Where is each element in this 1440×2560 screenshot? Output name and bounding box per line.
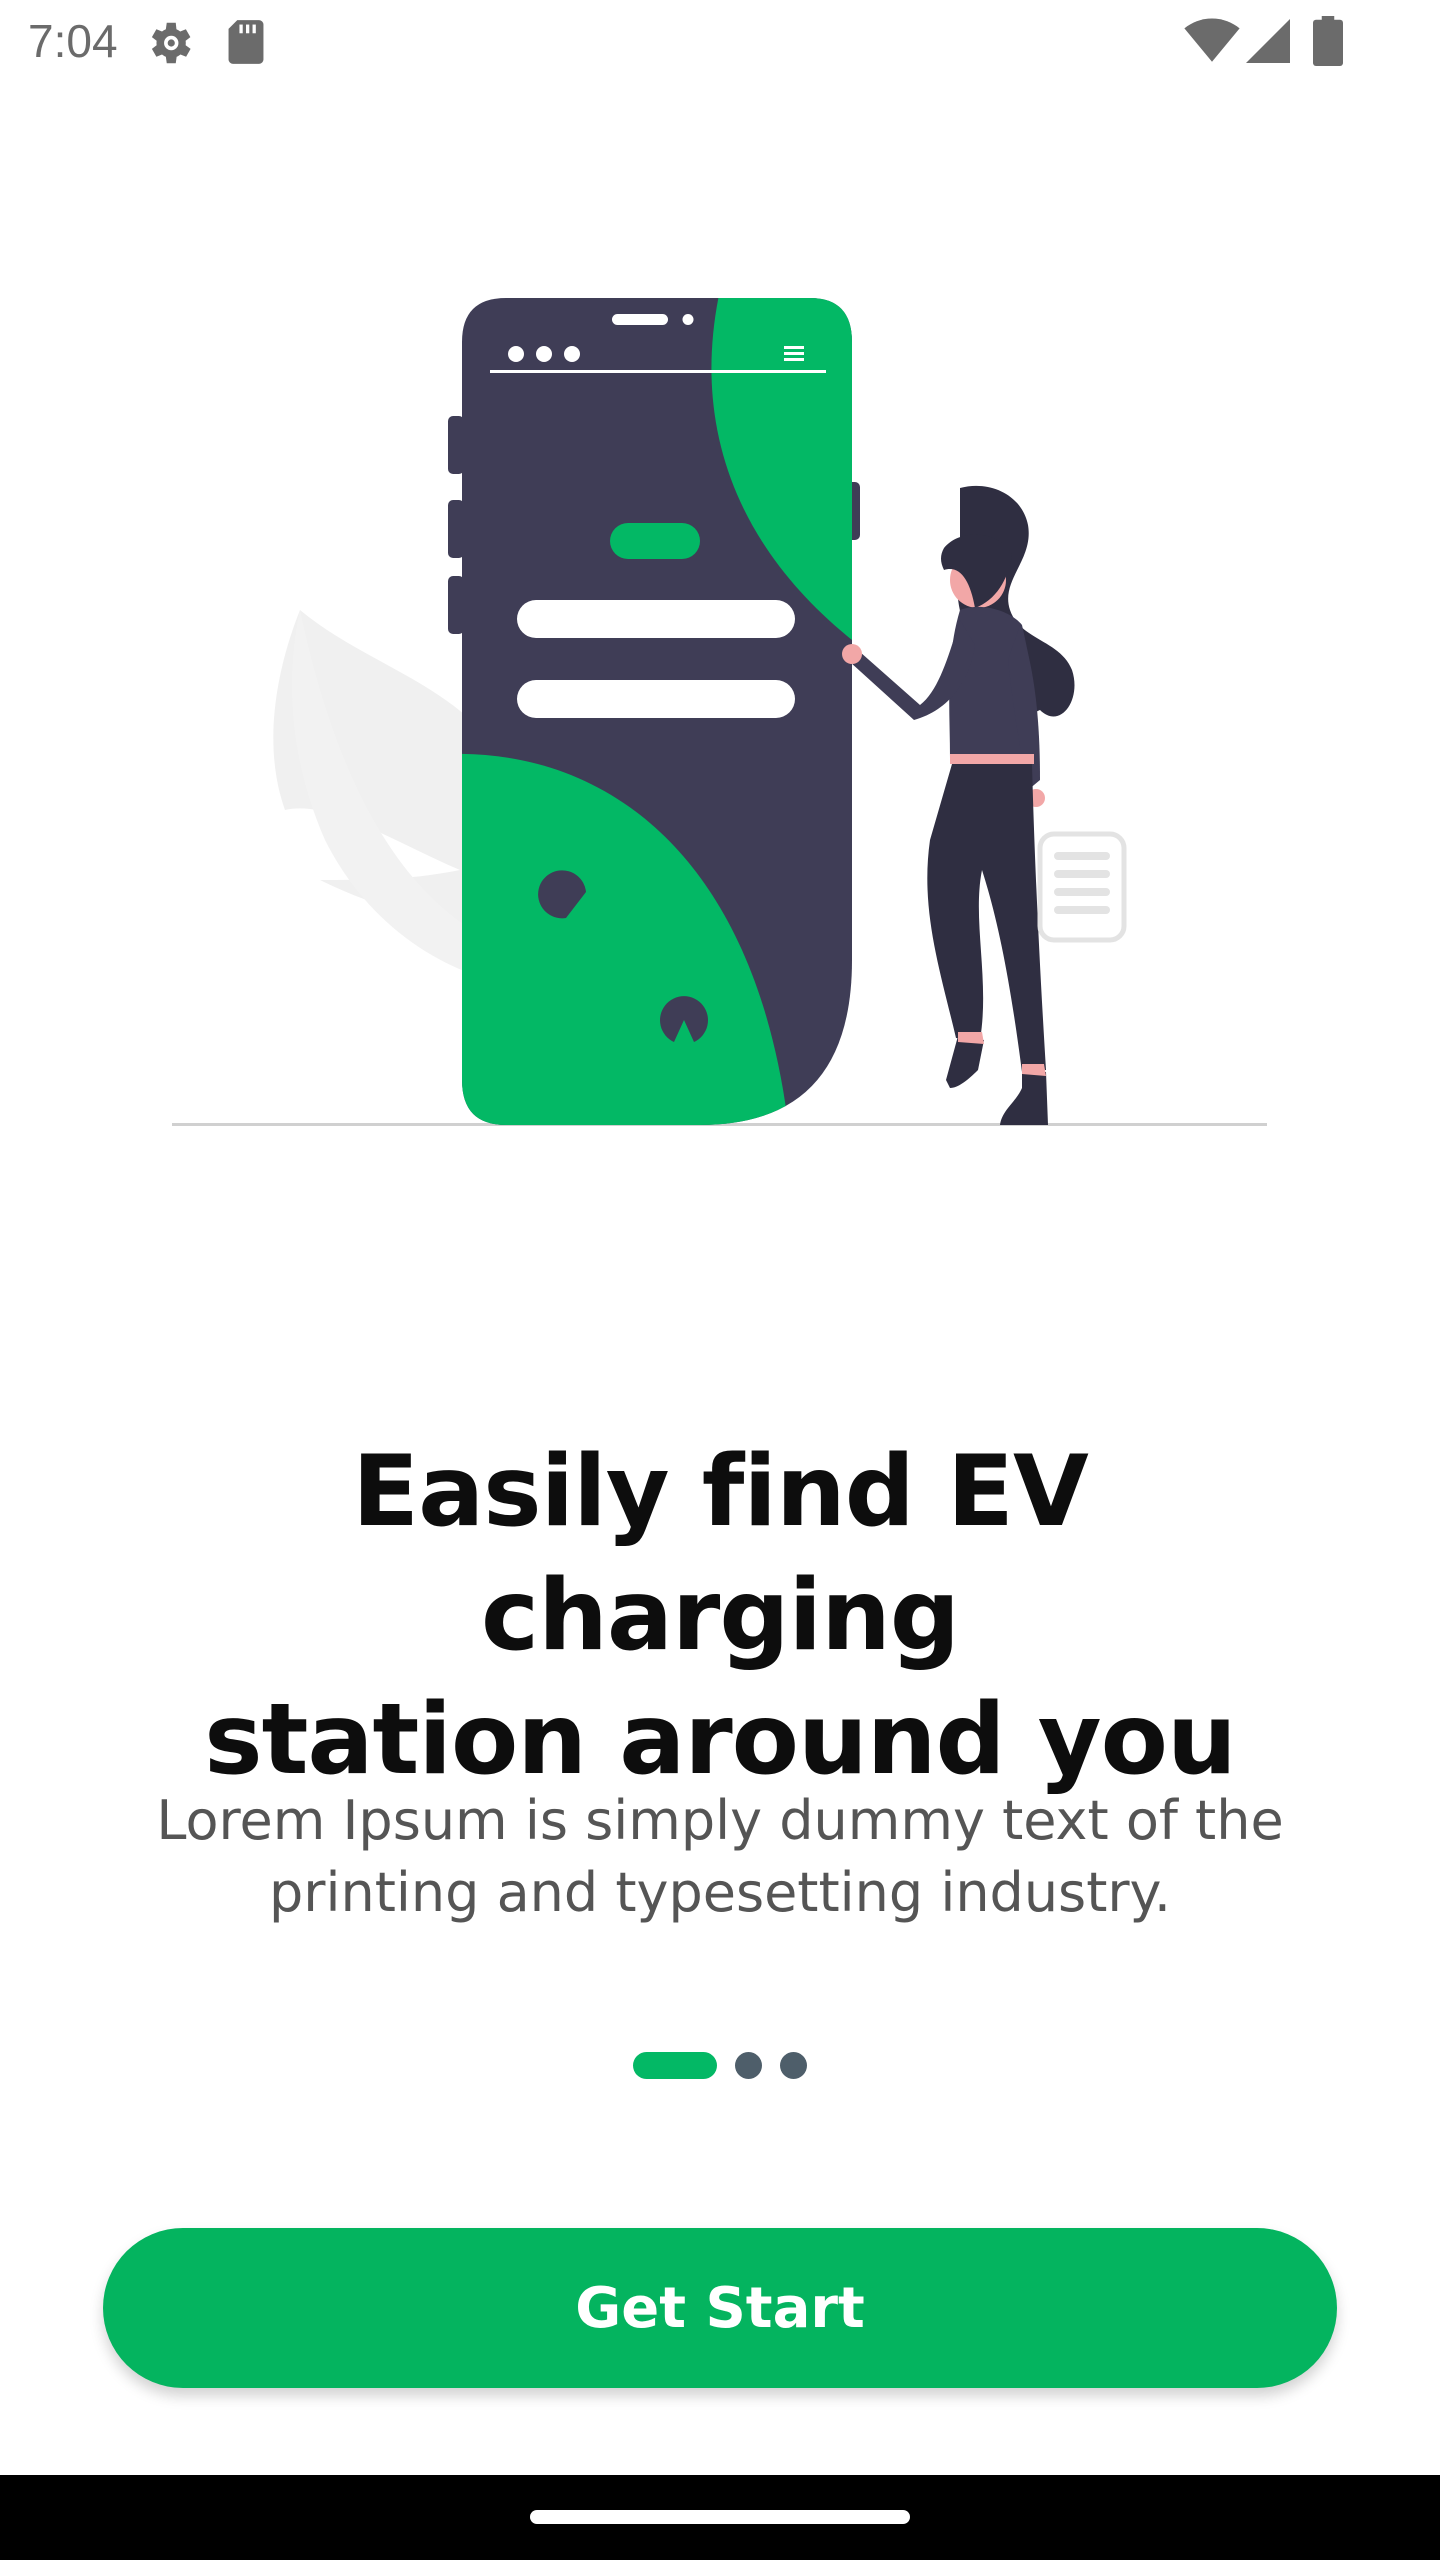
wifi-icon: [1184, 18, 1240, 62]
onboarding-subtitle: Lorem Ipsum is simply dummy text of the …: [156, 1789, 1284, 1924]
status-bar: 7:04: [0, 0, 1440, 84]
sd-card-icon: [228, 20, 264, 64]
onboarding-title: Easily find EV charging station around y…: [204, 1435, 1237, 1797]
get-start-button[interactable]: Get Start: [103, 2228, 1337, 2388]
page-indicator-dot[interactable]: [735, 2051, 762, 2079]
woman-with-phone-illustration: [172, 298, 1267, 1126]
onboarding-screen: 7:04 Easily find EV charging station aro…: [0, 0, 1440, 2560]
status-time: 7:04: [28, 15, 118, 67]
page-indicator: [0, 2050, 1440, 2080]
page-indicator-active[interactable]: [633, 2051, 717, 2079]
cellular-signal-icon: [1246, 19, 1290, 63]
page-indicator-dot[interactable]: [780, 2051, 807, 2079]
home-gesture-handle[interactable]: [530, 2510, 910, 2524]
settings-gear-icon: [151, 22, 191, 64]
battery-icon: [1313, 16, 1343, 66]
